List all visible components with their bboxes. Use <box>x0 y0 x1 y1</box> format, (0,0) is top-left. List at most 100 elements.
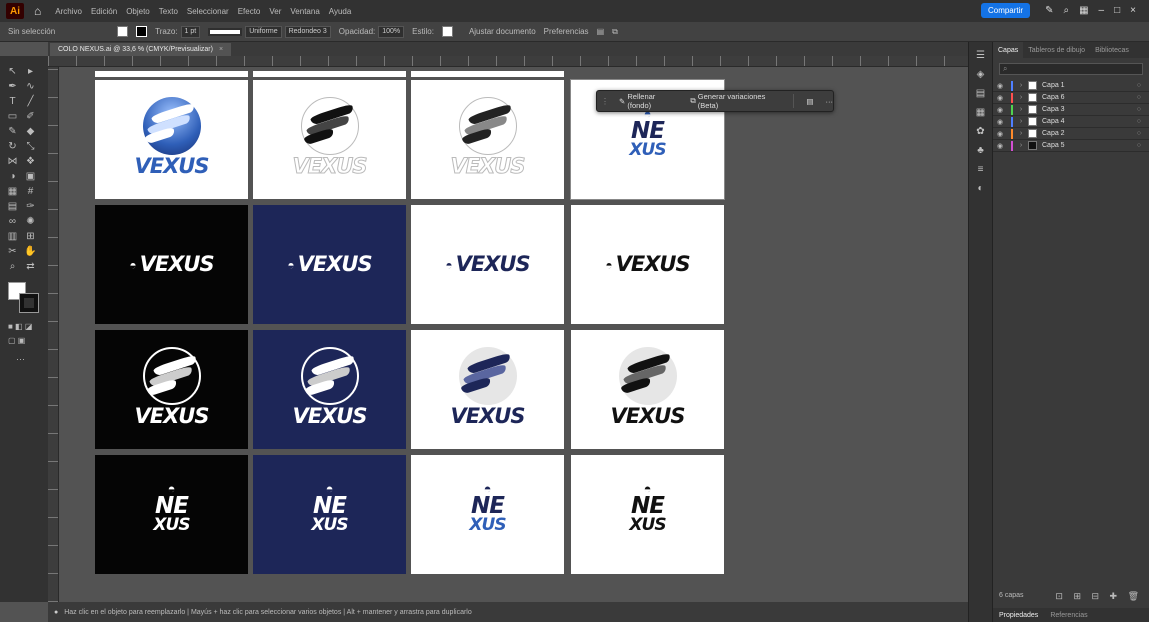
rectangle-tool-icon[interactable]: ▭ <box>6 111 19 122</box>
target-icon[interactable]: ○ <box>1137 82 1141 89</box>
preferences-button[interactable]: Preferencias <box>544 27 589 36</box>
close-icon[interactable]: × <box>1130 5 1136 16</box>
brush-tool-icon[interactable]: ✐ <box>24 111 37 122</box>
search-icon[interactable]: ⌕ <box>1063 5 1069 16</box>
fill-swatch[interactable] <box>117 26 129 37</box>
selection-tool-icon[interactable]: ↖ <box>6 66 19 77</box>
type-tool-icon[interactable]: T <box>6 96 19 107</box>
screen-mode-icon[interactable]: ▢ ▣ <box>8 336 25 345</box>
profile-dropdown[interactable]: Uniforme <box>245 25 282 38</box>
warp-tool-icon[interactable]: ❖ <box>24 156 37 167</box>
slice-tool-icon[interactable]: ✂ <box>6 246 19 257</box>
symbol-sprayer-icon[interactable]: ✺ <box>24 216 37 227</box>
swap-colors-icon[interactable]: ⇄ <box>24 261 37 272</box>
artboard-emblem-white-color[interactable]: VEXUS <box>411 330 564 449</box>
stroke-panel-icon[interactable]: ≡ <box>969 164 992 175</box>
edit-toolbar-icon[interactable]: ··· <box>16 354 25 364</box>
stroke-weight-dropdown[interactable]: 1 pt <box>180 25 201 38</box>
artboard-emblem-color[interactable]: VEXUS <box>95 80 248 199</box>
expand-icon[interactable]: › <box>1016 130 1026 137</box>
stroke-color-box[interactable] <box>19 293 39 313</box>
tab-properties[interactable]: Propiedades <box>993 612 1044 619</box>
generate-variations-button[interactable]: ⧉ Generar variaciones (Beta) <box>690 92 783 110</box>
layers-panel-icon[interactable]: ◈ <box>969 69 992 80</box>
artboard-horizontal-white-black[interactable]: ◓ VEXUS <box>571 205 724 324</box>
transparency-panel-icon[interactable]: ◐ <box>969 183 992 194</box>
tab-libraries[interactable]: Bibliotecas <box>1090 47 1134 54</box>
zoom-tool-icon[interactable]: ⌕ <box>6 261 19 272</box>
visibility-icon[interactable]: ◉ <box>993 82 1007 90</box>
expand-icon[interactable]: › <box>1016 142 1026 149</box>
curvature-tool-icon[interactable]: ∿ <box>24 81 37 92</box>
rotate-tool-icon[interactable]: ↻ <box>6 141 19 152</box>
symbols-panel-icon[interactable]: ♣ <box>969 145 992 156</box>
layer-actions-icons[interactable]: ⊡ ⊞ ⊟ ✚ 🗑 <box>1055 591 1143 602</box>
drag-handle-icon[interactable]: ⋮ <box>601 97 609 106</box>
scale-tool-icon[interactable]: ⤡ <box>24 141 37 152</box>
tab-layers[interactable]: Capas <box>993 42 1024 58</box>
tab-references[interactable]: Referencias <box>1044 612 1093 619</box>
properties-icon[interactable]: ▤ <box>806 97 813 106</box>
layer-row[interactable]: ◉ › Capa 1 ○ <box>993 80 1149 92</box>
artboard-emblem-navy[interactable]: VEXUS <box>253 330 406 449</box>
target-icon[interactable]: ○ <box>1137 106 1141 113</box>
vertical-ruler[interactable] <box>48 67 59 602</box>
mesh-tool-icon[interactable]: # <box>24 186 37 197</box>
gradient-tool-icon[interactable]: ▤ <box>6 201 19 212</box>
menu-ver[interactable]: Ver <box>269 7 281 16</box>
artboard-emblem-outline-2[interactable]: VEXUS <box>411 80 564 199</box>
blend-tool-icon[interactable]: ∞ <box>6 216 19 227</box>
brushes-panel-icon[interactable]: ✿ <box>969 126 992 137</box>
brush-dropdown[interactable]: Redondeo 3 <box>284 25 331 38</box>
expand-icon[interactable]: › <box>1016 82 1026 89</box>
menu-archivo[interactable]: Archivo <box>55 7 82 16</box>
artboard-tool-icon[interactable]: ⊞ <box>24 231 37 242</box>
transform-icon[interactable]: ⧉ <box>612 27 618 37</box>
visibility-icon[interactable]: ◉ <box>993 106 1007 114</box>
draw-mode-icon[interactable]: ■ ◧ ◪ <box>8 322 32 331</box>
graph-tool-icon[interactable]: ▥ <box>6 231 19 242</box>
expand-icon[interactable]: › <box>1016 106 1026 113</box>
layers-search-input[interactable]: ⌕ <box>999 63 1143 75</box>
pen-icon[interactable]: ✎ <box>1045 5 1053 16</box>
target-icon[interactable]: ○ <box>1137 118 1141 125</box>
more-options-icon[interactable]: ··· <box>825 97 833 106</box>
layer-row[interactable]: ◉ › Capa 2 ○ <box>993 128 1149 140</box>
libraries-panel-icon[interactable]: ▤ <box>969 88 992 99</box>
document-tab[interactable]: COLO NEXUS.ai @ 33,6 % (CMYK/Previsualiz… <box>50 43 232 56</box>
menu-efecto[interactable]: Efecto <box>238 7 261 16</box>
layer-row[interactable]: ◉ › Capa 3 ○ <box>993 104 1149 116</box>
hand-tool-icon[interactable]: ✋ <box>24 246 37 257</box>
perspective-icon[interactable]: ▦ <box>6 186 19 197</box>
layer-row[interactable]: ◉ › Capa 4 ○ <box>993 116 1149 128</box>
artboard-stacked-white-color[interactable]: ◓ NE XUS <box>411 455 564 574</box>
expand-icon[interactable]: › <box>1016 118 1026 125</box>
artboard-emblem-white-black[interactable]: VEXUS <box>571 330 724 449</box>
shape-builder-icon[interactable]: ◑ <box>6 171 19 182</box>
menu-seleccionar[interactable]: Seleccionar <box>187 7 229 16</box>
pen-tool-icon[interactable]: ✒ <box>6 81 19 92</box>
menu-texto[interactable]: Texto <box>159 7 178 16</box>
document-setup-button[interactable]: Ajustar documento <box>469 27 536 36</box>
shaper-tool-icon[interactable]: ✎ <box>6 126 19 137</box>
properties-panel-icon[interactable]: ☰ <box>969 50 992 61</box>
minimize-icon[interactable]: – <box>1099 5 1105 16</box>
stroke-profile-preview[interactable] <box>208 27 243 36</box>
layer-row[interactable]: ◉ › Capa 5 ○ <box>993 140 1149 152</box>
workspace-icon[interactable]: ▦ <box>1079 5 1088 16</box>
menu-ayuda[interactable]: Ayuda <box>329 7 352 16</box>
home-icon[interactable]: ⌂ <box>34 4 41 18</box>
artboard-stacked-white-black[interactable]: ◓ NE XUS <box>571 455 724 574</box>
menu-ventana[interactable]: Ventana <box>290 7 319 16</box>
visibility-icon[interactable]: ◉ <box>993 142 1007 150</box>
visibility-icon[interactable]: ◉ <box>993 130 1007 138</box>
target-icon[interactable]: ○ <box>1137 142 1141 149</box>
target-icon[interactable]: ○ <box>1137 94 1141 101</box>
maximize-icon[interactable]: □ <box>1114 5 1120 16</box>
style-swatch[interactable] <box>441 26 453 37</box>
eraser-tool-icon[interactable]: ◆ <box>24 126 37 137</box>
canvas[interactable]: VEXUS VEXUS VEXUS ◓ NE XUS ◓ VEXUS ◓ VEXUS… <box>59 67 968 602</box>
artboard-stacked-navy[interactable]: ◓ NE XUS <box>253 455 406 574</box>
width-tool-icon[interactable]: ⋈ <box>6 156 19 167</box>
layer-row[interactable]: ◉ › Capa 6 ○ <box>993 92 1149 104</box>
